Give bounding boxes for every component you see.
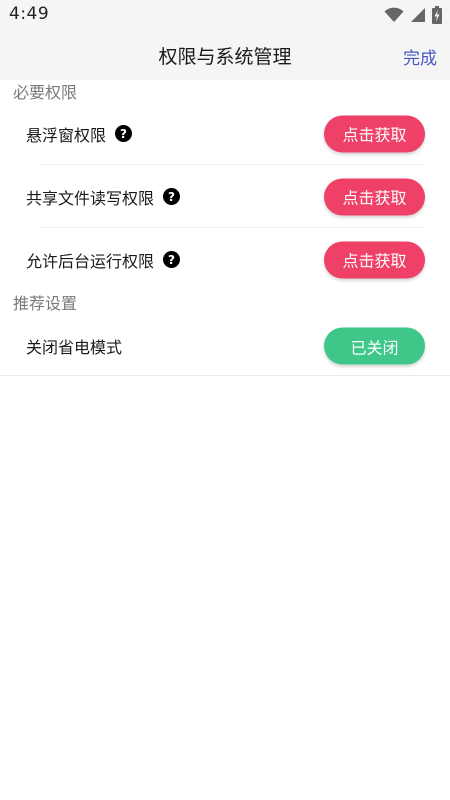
status-icons [384,6,442,24]
section-header-recommended: 推荐设置 [13,294,78,313]
section-recommended: 推荐设置 关闭省电模式 已关闭 [0,291,450,376]
list-item-power-saving: 关闭省电模式 已关闭 [0,317,450,375]
item-label: 允许后台运行权限 [26,251,155,271]
page-title: 权限与系统管理 [158,46,292,68]
list-item-overlay-permission: 悬浮窗权限 ? 点击获取 [0,102,450,165]
help-icon[interactable]: ? [115,125,133,142]
help-icon[interactable]: ? [163,188,181,205]
item-label: 关闭省电模式 [26,338,123,357]
done-button[interactable]: 完成 [403,44,437,69]
list-item-background-permission: 允许后台运行权限 ? 点击获取 [0,228,450,291]
list-item-file-permission: 共享文件读写权限 ? 点击获取 [0,165,450,228]
grant-overlay-button[interactable]: 点击获取 [324,115,425,152]
help-icon[interactable]: ? [163,251,181,268]
section-required: 必要权限 悬浮窗权限 ? 点击获取 共享文件读写权限 ? 点击获取 允许后台运行… [0,80,450,291]
grant-background-button[interactable]: 点击获取 [324,241,425,278]
grant-file-button[interactable]: 点击获取 [324,178,425,215]
signal-icon [410,7,426,23]
item-label: 悬浮窗权限 [26,125,107,145]
divider [0,375,450,376]
app-bar: 权限与系统管理 完成 [0,30,450,80]
status-bar: 4:49 [0,0,450,30]
item-label: 共享文件读写权限 [26,188,155,208]
battery-charging-icon [432,6,442,24]
power-saving-status-button[interactable]: 已关闭 [324,327,425,365]
status-time: 4:49 [9,4,50,24]
wifi-icon [384,7,404,23]
